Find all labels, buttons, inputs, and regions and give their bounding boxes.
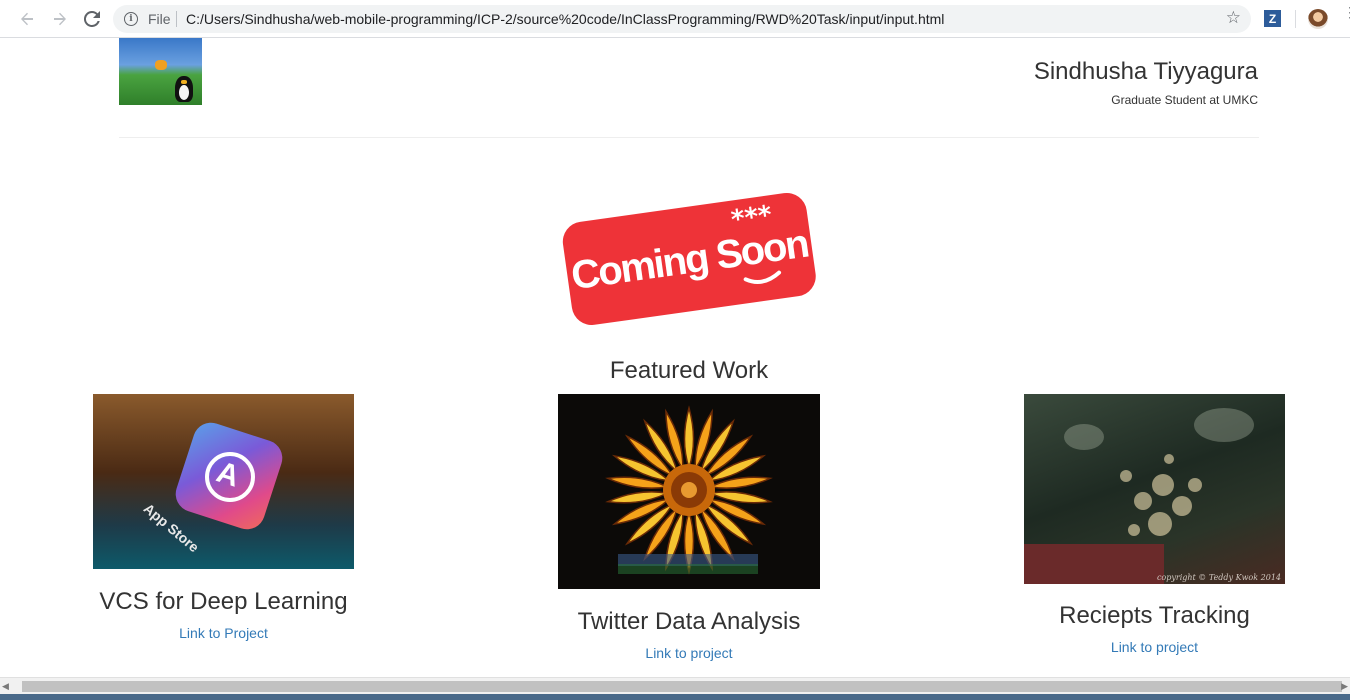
forward-button[interactable] (49, 8, 71, 30)
flower-icon (605, 405, 773, 575)
thumb-ground (1024, 544, 1164, 584)
project-card: Twitter Data Analysis Link to project (558, 394, 820, 663)
bokeh-dot (1134, 492, 1152, 510)
project-card: A App Store VCS for Deep Learning Link t… (93, 394, 354, 643)
reload-button[interactable] (81, 8, 103, 30)
logo-bird (155, 60, 167, 70)
profile-avatar[interactable] (1308, 9, 1328, 29)
arrow-right-icon (54, 12, 66, 26)
scroll-left-icon[interactable]: ◀ (2, 681, 9, 692)
flower-petal (683, 405, 695, 471)
project-link[interactable]: Link to project (645, 645, 732, 661)
scrollbar-thumb[interactable] (22, 681, 1342, 692)
scheme-label: File (148, 11, 171, 27)
browser-toolbar: i File C:/Users/Sindhusha/web-mobile-pro… (0, 0, 1350, 38)
logo-penguin-belly (179, 85, 189, 100)
thumb-copyright: copyright © Teddy Kwok 2014 (1156, 573, 1281, 582)
project-thumbnail-bokeh: copyright © Teddy Kwok 2014 (1024, 394, 1285, 584)
omnibox-divider (176, 11, 177, 27)
site-owner-name: Sindhusha Tiyyagura (1033, 58, 1258, 85)
cloud-patch (1064, 424, 1104, 450)
kebab-menu-icon[interactable]: ⋮ (1343, 5, 1350, 19)
coming-soon-badge: Coming Soon *** (562, 192, 816, 325)
bokeh-dot (1188, 478, 1202, 492)
bokeh-dot (1164, 454, 1174, 464)
bokeh-dot (1152, 474, 1174, 496)
info-icon[interactable]: i (124, 12, 138, 26)
bokeh-dot (1172, 496, 1192, 516)
logo-penguin-beak (181, 80, 187, 84)
address-bar[interactable]: i File C:/Users/Sindhusha/web-mobile-pro… (113, 5, 1251, 33)
extension-z-icon[interactable]: Z (1264, 10, 1281, 27)
site-owner-subtitle: Graduate Student at UMKC (1111, 93, 1258, 107)
project-title: VCS for Deep Learning (99, 588, 348, 615)
bokeh-dot (1128, 524, 1140, 536)
bokeh-dot (1120, 470, 1132, 482)
site-logo (119, 38, 202, 105)
horizontal-scrollbar[interactable]: ◀ ▶ (0, 677, 1350, 694)
toolbar-divider (1295, 10, 1296, 28)
scroll-right-icon[interactable]: ▶ (1341, 681, 1348, 692)
project-thumbnail-flower (558, 394, 820, 589)
project-title: Twitter Data Analysis (577, 608, 801, 635)
project-title: Reciepts Tracking (1059, 602, 1250, 629)
featured-heading: Featured Work (609, 357, 769, 384)
reload-icon (84, 11, 100, 27)
project-link[interactable]: Link to Project (179, 625, 268, 641)
project-card: copyright © Teddy Kwok 2014 Reciepts Tra… (1024, 394, 1285, 657)
url-text[interactable]: C:/Users/Sindhusha/web-mobile-programmin… (186, 11, 944, 27)
project-link[interactable]: Link to project (1111, 639, 1198, 655)
project-thumbnail-appstore: A App Store (93, 394, 354, 569)
bookmark-star-icon[interactable]: ☆ (1226, 8, 1241, 28)
arrow-left-icon (21, 12, 33, 26)
header-divider (119, 137, 1259, 138)
bokeh-dot (1148, 512, 1172, 536)
taskbar-strip (0, 694, 1350, 700)
asterisks-icon: *** (729, 200, 774, 235)
cloud-patch (1194, 408, 1254, 442)
back-button[interactable] (16, 8, 38, 30)
